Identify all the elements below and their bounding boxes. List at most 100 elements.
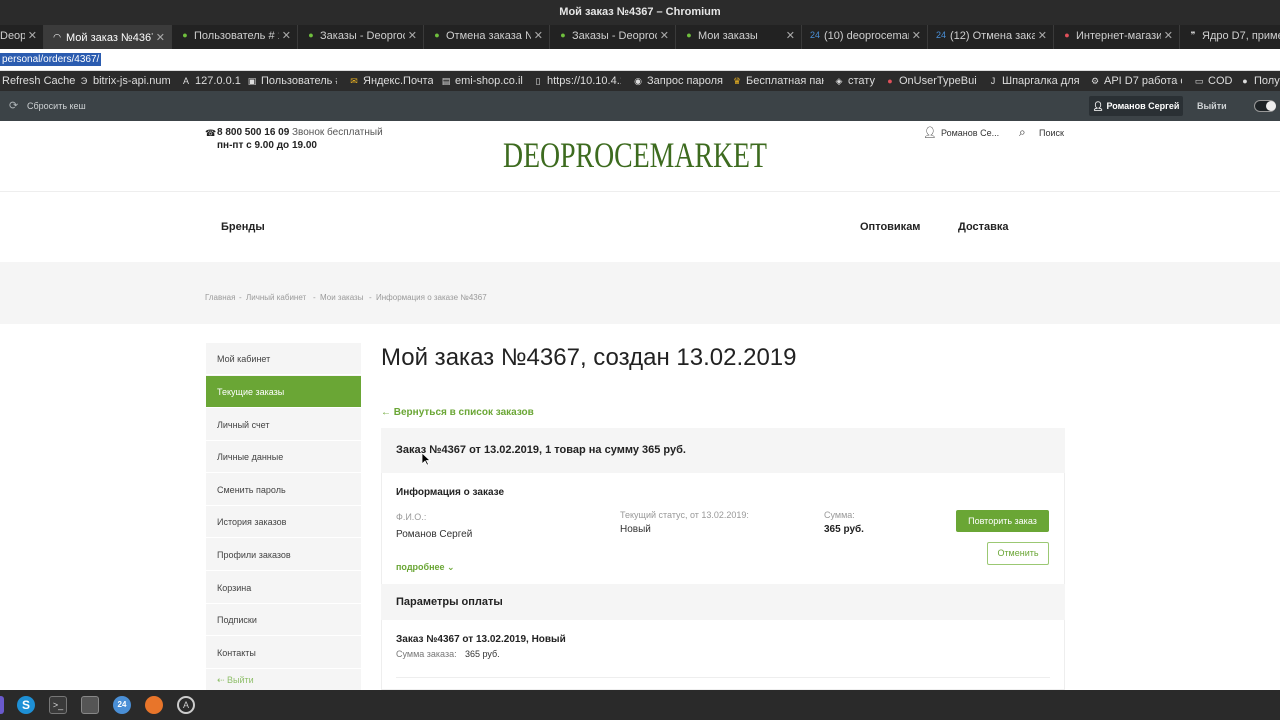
firefox-icon[interactable] xyxy=(145,696,163,714)
tab-10[interactable]: ❞ Ядро D7, приме xyxy=(1180,25,1280,49)
app-icon[interactable] xyxy=(0,696,4,714)
user-icon: 👤︎ xyxy=(923,127,937,139)
tab-7[interactable]: 24 (10) deoprocemar ✕ xyxy=(802,25,928,49)
admin-logout-button[interactable]: Выйти xyxy=(1197,101,1227,111)
sidebar-item-cabinet[interactable]: Мой кабинет xyxy=(206,343,361,375)
close-icon[interactable]: ✕ xyxy=(408,25,417,47)
bookmark-item[interactable]: Эbitrix-js-api.num xyxy=(79,74,171,88)
breadcrumb-orders[interactable]: Мои заказы xyxy=(320,293,363,302)
sidebar-item-order-history[interactable]: История заказов xyxy=(206,506,361,538)
mouse-cursor xyxy=(422,453,431,466)
bookmark-item[interactable]: ● OnUserTypeBuil xyxy=(885,74,977,88)
close-icon[interactable]: ✕ xyxy=(28,25,37,47)
close-icon[interactable]: ✕ xyxy=(156,27,165,49)
bookmark-item[interactable]: ▭ COD xyxy=(1194,74,1232,88)
refresh-icon[interactable]: ⟳ xyxy=(9,99,18,112)
tab-title: Отмена заказа № xyxy=(446,30,531,42)
tab-5[interactable]: ● Заказы - Deoproce ✕ xyxy=(550,25,676,49)
tab-4[interactable]: ● Отмена заказа № ✕ xyxy=(424,25,550,49)
close-icon[interactable]: ✕ xyxy=(660,25,669,47)
site-logo[interactable]: DEOPROCEMARKET xyxy=(503,135,767,173)
skype-icon[interactable]: S xyxy=(17,696,35,714)
page-icon: ▯ xyxy=(535,76,541,86)
bookmark-item[interactable]: ◈ стату xyxy=(834,74,880,88)
reset-cache-button[interactable]: Сбросить кеш xyxy=(27,101,86,111)
address-bar[interactable]: personal/orders/4367/ xyxy=(0,49,1280,71)
admin-user-button[interactable]: 👤︎ Романов Сергей xyxy=(1089,96,1183,116)
url-text[interactable]: personal/orders/4367/ xyxy=(0,53,102,66)
bookmark-item[interactable]: ▣ Пользователь # xyxy=(247,74,337,88)
search-icon[interactable]: ⌕ xyxy=(1019,125,1026,140)
nav-wholesale[interactable]: Оптовикам xyxy=(860,221,920,233)
tab-2[interactable]: ● Пользователь # 1 ✕ xyxy=(172,25,298,49)
bookmark-item[interactable]: ◉ Запрос пароля xyxy=(633,74,723,88)
bookmark-item[interactable]: A 127.0.0.1 xyxy=(181,74,241,88)
sidebar-item-logout[interactable]: ⇠ Выйти xyxy=(206,670,361,690)
terminal-icon[interactable]: >_ xyxy=(49,696,67,714)
repeat-order-button[interactable]: Повторить заказ xyxy=(956,510,1049,532)
tab-8[interactable]: 24 (12) Отмена заказ ✕ xyxy=(928,25,1054,49)
bookmark-item[interactable]: ✉ Яндекс.Почта xyxy=(349,74,433,88)
os-taskbar: S >_ 24 A xyxy=(0,690,1280,720)
bookmark-item[interactable]: ♛ Бесплатная пан xyxy=(732,74,824,88)
sidebar-item-personal-data[interactable]: Личные данные xyxy=(206,441,361,473)
close-icon[interactable]: ✕ xyxy=(912,25,921,47)
header-phone-note: Звонок бесплатный xyxy=(292,127,383,138)
nav-brands[interactable]: Бренды xyxy=(221,221,265,233)
tab-1[interactable]: ◠ Мой заказ №4367 ✕ xyxy=(44,25,172,49)
bitrix24-icon[interactable]: 24 xyxy=(113,696,131,714)
calculator-icon[interactable] xyxy=(81,696,99,714)
breadcrumb-cabinet[interactable]: Личный кабинет xyxy=(246,293,306,302)
sidebar-item-cart[interactable]: Корзина xyxy=(206,572,361,604)
close-icon[interactable]: ✕ xyxy=(1164,25,1173,47)
cancel-order-button[interactable]: Отменить xyxy=(987,542,1049,565)
nav-delivery[interactable]: Доставка xyxy=(958,221,1009,233)
tab-9[interactable]: ● Интернет-магази ✕ xyxy=(1054,25,1180,49)
tab-title: (10) deoprocemar xyxy=(824,30,909,42)
bookmark-item[interactable]: ● Полу xyxy=(1240,74,1280,88)
sidebar-item-order-profiles[interactable]: Профили заказов xyxy=(206,539,361,571)
header-phone[interactable]: 8 800 500 16 09 xyxy=(217,127,289,138)
tab-title: Заказы - Deoproce xyxy=(572,30,657,42)
close-icon[interactable]: ✕ xyxy=(1038,25,1047,47)
close-icon[interactable]: ✕ xyxy=(786,25,795,47)
gear-icon: ⚙ xyxy=(1090,76,1100,86)
mode-toggle[interactable] xyxy=(1254,100,1276,112)
breadcrumb-current: Информация о заказе №4367 xyxy=(376,293,487,302)
bookmark-item[interactable]: ⚙ API D7 работа с xyxy=(1090,74,1182,88)
sidebar-item-subscriptions[interactable]: Подписки xyxy=(206,604,361,636)
mail-icon: ✉ xyxy=(350,76,358,86)
bookmark-item[interactable]: ▤ emi-shop.co.il xyxy=(441,74,523,88)
tab-3[interactable]: ● Заказы - Deoproce ✕ xyxy=(298,25,424,49)
payment-divider xyxy=(396,677,1050,678)
tab-6[interactable]: ● Мои заказы ✕ xyxy=(676,25,802,49)
tab-title: Мой заказ №4367 xyxy=(66,32,153,44)
bookmark-icon: ◈ xyxy=(835,76,843,86)
payment-order-info: Заказ №4367 от 13.02.2019, Новый xyxy=(396,634,566,645)
site-icon: ● xyxy=(182,30,188,40)
close-icon[interactable]: ✕ xyxy=(282,25,291,47)
bookmark-item[interactable]: ▯ https://10.10.4.1 xyxy=(533,74,621,88)
close-icon[interactable]: ✕ xyxy=(534,25,543,47)
tab-title: (12) Отмена заказ xyxy=(950,30,1035,42)
payment-sum-label: Сумма заказа: xyxy=(396,649,457,659)
updater-icon[interactable]: A xyxy=(177,696,195,714)
back-to-orders-link[interactable]: ← Вернуться в список заказов xyxy=(381,407,534,418)
header-search-link[interactable]: Поиск xyxy=(1039,128,1064,138)
sidebar-item-current-orders[interactable]: Текущие заказы xyxy=(206,376,361,408)
breadcrumb-home[interactable]: Главная xyxy=(205,293,235,302)
sidebar-item-change-password[interactable]: Сменить пароль xyxy=(206,474,361,506)
sidebar-item-contacts[interactable]: Контакты xyxy=(206,637,361,669)
order-details-link[interactable]: подробнее ⌄ xyxy=(396,562,455,573)
window-title: Мой заказ №4367 – Chromium xyxy=(0,0,1280,25)
sum-value: 365 руб. xyxy=(824,524,864,535)
header-account-link[interactable]: Романов Се... xyxy=(941,128,999,138)
sidebar-item-account[interactable]: Личный счет xyxy=(206,409,361,441)
sum-label: Сумма: xyxy=(824,510,855,520)
tab-0[interactable]: Deoproc ✕ xyxy=(0,25,44,49)
bookmark-item[interactable]: J Шпаргалка для xyxy=(988,74,1080,88)
admin-panel: ⟳ Сбросить кеш 👤︎ Романов Сергей Выйти xyxy=(0,91,1280,121)
bookmark-item[interactable]: Refresh Cache xyxy=(2,74,82,88)
breadcrumb-separator: - xyxy=(239,293,242,302)
breadcrumb-separator: - xyxy=(369,293,372,302)
